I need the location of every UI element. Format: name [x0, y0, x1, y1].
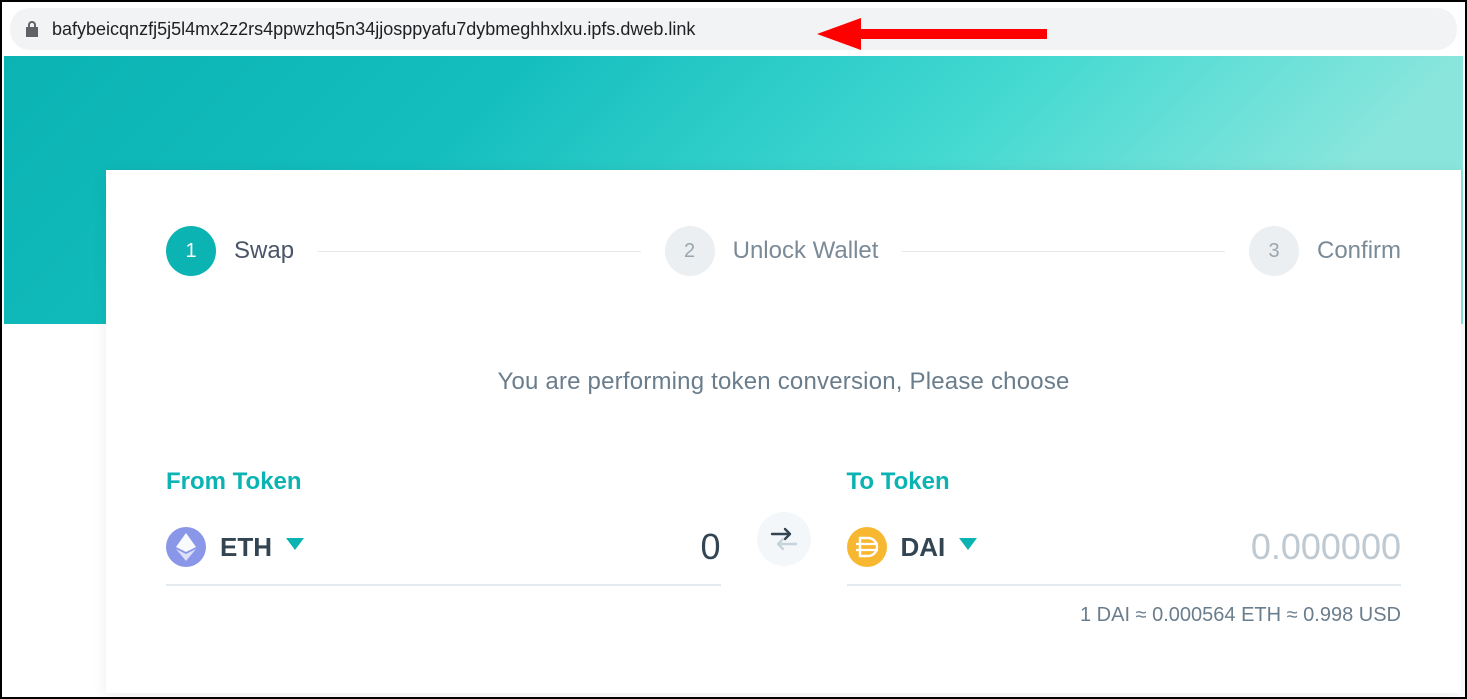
- step-divider: [318, 251, 641, 252]
- eth-icon: [166, 527, 206, 567]
- dai-icon: [847, 527, 887, 567]
- swap-row: From Token ETH: [106, 468, 1461, 586]
- to-symbol: DAI: [901, 532, 946, 563]
- step-swap[interactable]: 1 Swap: [166, 226, 294, 276]
- to-amount-value: 0.000000: [1251, 526, 1401, 567]
- step-divider: [902, 251, 1225, 252]
- from-title: From Token: [166, 468, 721, 496]
- swap-card: 1 Swap 2 Unlock Wallet 3 Confirm You are…: [106, 170, 1461, 693]
- intro-text: You are performing token conversion, Ple…: [106, 368, 1461, 396]
- step-label: Swap: [234, 237, 294, 265]
- chevron-down-icon[interactable]: [959, 538, 977, 557]
- swap-arrows-icon: [770, 527, 798, 551]
- step-label: Unlock Wallet: [733, 237, 879, 265]
- from-column: From Token ETH: [166, 468, 721, 586]
- lock-icon: [24, 20, 40, 38]
- steps-row: 1 Swap 2 Unlock Wallet 3 Confirm: [106, 170, 1461, 276]
- from-symbol: ETH: [220, 532, 272, 563]
- step-label: Confirm: [1317, 237, 1401, 265]
- from-amount-wrap: [318, 526, 721, 568]
- to-title: To Token: [847, 468, 1402, 496]
- address-url[interactable]: bafybeicqnzfj5j5l4mx2z2rs4ppwzhq5n34jjos…: [52, 19, 695, 40]
- chevron-down-icon[interactable]: [286, 538, 304, 557]
- from-token-line: ETH: [166, 526, 721, 586]
- step-number: 1: [166, 226, 216, 276]
- to-column: To Token DAI 0.000000: [847, 468, 1402, 586]
- step-number: 2: [665, 226, 715, 276]
- swap-direction-button[interactable]: [757, 512, 811, 566]
- to-amount-wrap: 0.000000: [991, 526, 1401, 568]
- exchange-rate: 1 DAI ≈ 0.000564 ETH ≈ 0.998 USD: [106, 586, 1461, 627]
- address-bar[interactable]: bafybeicqnzfj5j5l4mx2z2rs4ppwzhq5n34jjos…: [10, 8, 1457, 50]
- step-number: 3: [1249, 226, 1299, 276]
- step-confirm[interactable]: 3 Confirm: [1249, 226, 1401, 276]
- step-unlock-wallet[interactable]: 2 Unlock Wallet: [665, 226, 879, 276]
- to-token-line: DAI 0.000000: [847, 526, 1402, 586]
- from-amount-input[interactable]: [318, 526, 721, 568]
